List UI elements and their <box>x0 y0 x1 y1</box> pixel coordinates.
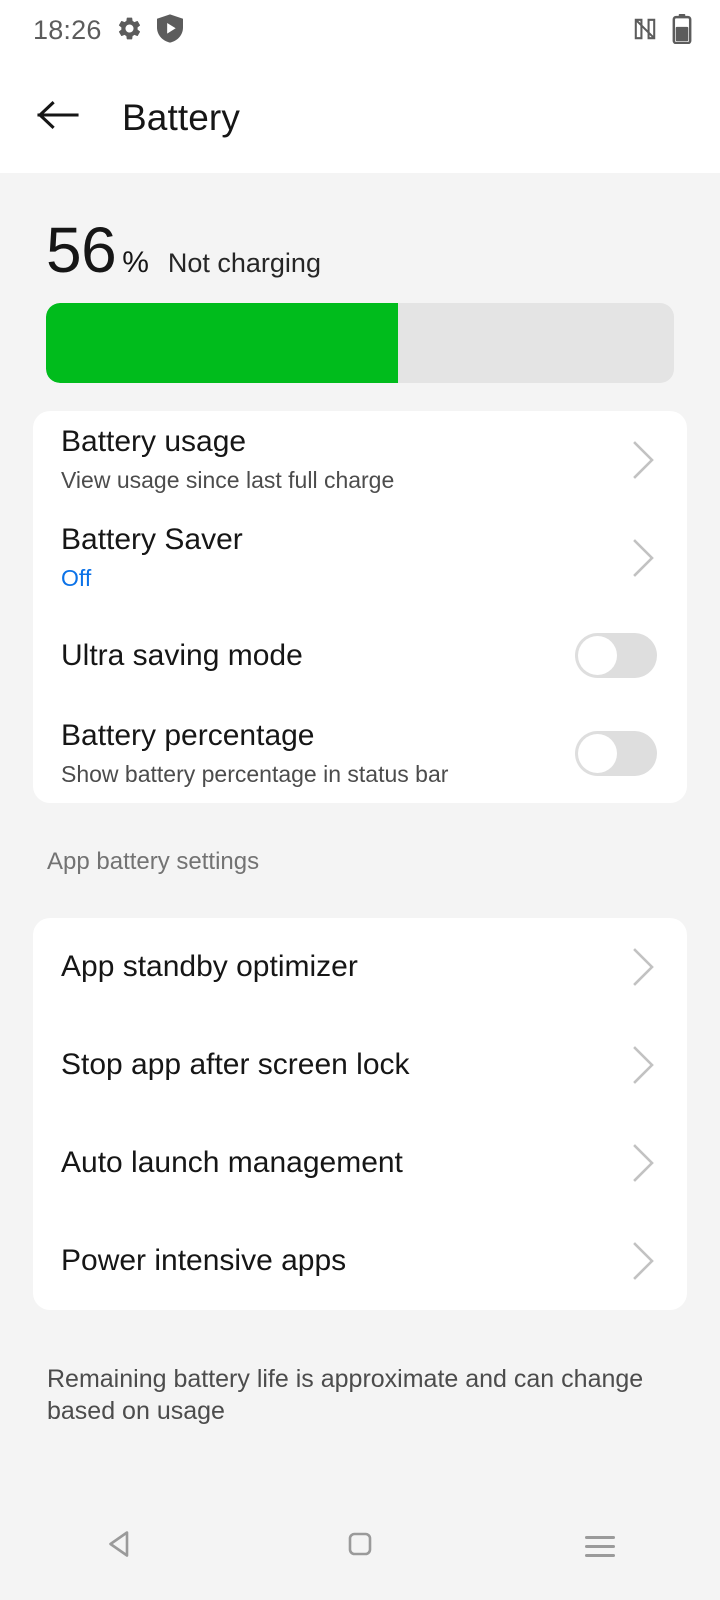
row-ultra-saving-mode-text: Ultra saving mode <box>61 639 575 674</box>
row-title: Ultra saving mode <box>61 638 303 672</box>
battery-settings-screen: 18:26 Battery 56 % Not charging Battery … <box>0 0 720 1600</box>
battery-percentage-toggle[interactable] <box>575 731 657 777</box>
battery-percent-symbol: % <box>122 246 149 279</box>
row-title: Auto launch management <box>61 1145 403 1179</box>
nfc-icon <box>632 16 658 47</box>
nav-recents-button[interactable] <box>480 1492 720 1600</box>
row-title: Battery percentage <box>61 718 315 752</box>
row-title: Battery Saver <box>61 522 243 556</box>
play-protect-shield-icon <box>156 14 183 48</box>
battery-summary: 56 % Not charging <box>0 173 720 383</box>
row-battery-saver-text: Battery Saver Off <box>61 523 631 593</box>
status-bar-clock: 18:26 <box>33 15 102 45</box>
status-bar-left: 18:26 <box>33 14 183 48</box>
chevron-right-icon <box>631 438 657 482</box>
row-ultra-saving-mode[interactable]: Ultra saving mode <box>33 607 687 705</box>
row-power-intensive-apps-text: Power intensive apps <box>61 1244 631 1279</box>
battery-level-bar <box>46 302 674 383</box>
row-subtitle: Off <box>61 565 92 592</box>
chevron-right-icon <box>631 536 657 580</box>
app-battery-settings-label: App battery settings <box>47 847 260 875</box>
chevron-right-icon <box>631 1141 657 1185</box>
row-stop-app-after-screen-lock-text: Stop app after screen lock <box>61 1048 631 1083</box>
battery-percent-value: 56 <box>46 214 117 286</box>
battery-percent-line: 56 % Not charging <box>46 214 674 286</box>
back-button[interactable] <box>25 85 91 151</box>
row-subtitle: Show battery percentage in status bar <box>61 761 449 788</box>
row-power-intensive-apps[interactable]: Power intensive apps <box>33 1212 687 1310</box>
ultra-saving-mode-toggle[interactable] <box>575 633 657 679</box>
chevron-right-icon <box>631 945 657 989</box>
app-bar: Battery <box>0 62 720 173</box>
back-arrow-icon <box>37 98 79 137</box>
nav-home-icon <box>343 1527 377 1566</box>
status-bar: 18:26 <box>0 0 720 62</box>
battery-charge-state: Not charging <box>167 248 321 278</box>
row-app-standby-optimizer[interactable]: App standby optimizer <box>33 918 687 1016</box>
app-battery-settings-card: App standby optimizer Stop app after scr… <box>33 917 687 1310</box>
row-title: Stop app after screen lock <box>61 1047 410 1081</box>
row-auto-launch-management[interactable]: Auto launch management <box>33 1114 687 1212</box>
chevron-right-icon <box>631 1239 657 1283</box>
row-title: Power intensive apps <box>61 1243 347 1277</box>
system-navigation-bar <box>0 1492 720 1600</box>
row-battery-saver[interactable]: Battery Saver Off <box>33 509 687 607</box>
battery-options-card: Battery usage View usage since last full… <box>33 410 687 803</box>
row-title: App standby optimizer <box>61 949 358 983</box>
chevron-right-icon <box>631 1043 657 1087</box>
gear-icon <box>116 15 143 47</box>
nav-back-button[interactable] <box>0 1492 240 1600</box>
row-stop-app-after-screen-lock[interactable]: Stop app after screen lock <box>33 1016 687 1114</box>
row-battery-usage-text: Battery usage View usage since last full… <box>61 425 631 495</box>
row-app-standby-optimizer-text: App standby optimizer <box>61 950 631 985</box>
toggle-knob <box>578 636 617 676</box>
status-bar-right <box>632 13 692 49</box>
page-title: Battery <box>122 96 240 138</box>
row-battery-percentage-text: Battery percentage Show battery percenta… <box>61 719 575 789</box>
battery-level-fill <box>46 302 398 383</box>
row-subtitle: View usage since last full charge <box>61 467 395 494</box>
row-auto-launch-management-text: Auto launch management <box>61 1146 631 1181</box>
battery-icon <box>672 13 692 49</box>
row-battery-usage[interactable]: Battery usage View usage since last full… <box>33 411 687 509</box>
row-title: Battery usage <box>61 424 247 458</box>
nav-back-icon <box>103 1527 137 1566</box>
toggle-knob <box>578 734 617 774</box>
settings-content: 56 % Not charging Battery usage View usa… <box>0 173 720 1473</box>
nav-home-button[interactable] <box>240 1492 480 1600</box>
row-battery-percentage[interactable]: Battery percentage Show battery percenta… <box>33 705 687 803</box>
nav-recents-icon <box>585 1530 615 1563</box>
battery-footnote: Remaining battery life is approximate an… <box>47 1364 644 1426</box>
